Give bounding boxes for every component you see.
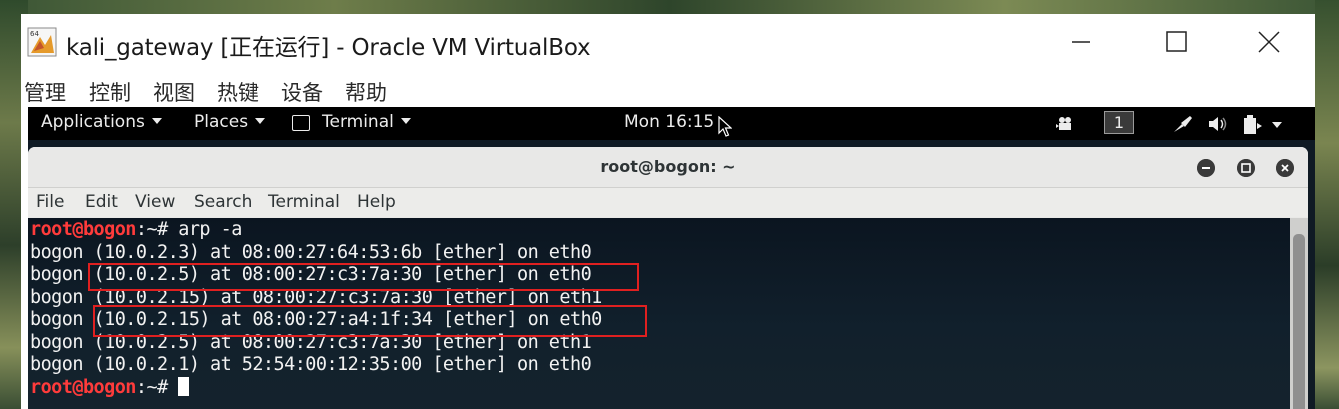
prompt-user: root@bogon bbox=[30, 377, 136, 398]
terminal-output[interactable]: root@bogon:~# arp -a bogon (10.0.2.3) at… bbox=[28, 218, 1290, 409]
menu-control[interactable]: 控制 bbox=[89, 77, 131, 107]
virtualbox-menubar: 管理 控制 视图 热键 设备 帮助 bbox=[21, 71, 1315, 107]
menu-help[interactable]: 帮助 bbox=[345, 77, 387, 107]
prompt-suffix: :~# bbox=[135, 219, 179, 240]
chevron-down-icon bbox=[400, 118, 411, 124]
mouse-pointer-icon bbox=[718, 116, 732, 137]
terminal-minimize-icon[interactable] bbox=[1197, 159, 1215, 177]
terminal-window: root@bogon: ~ File Edit View Search Term… bbox=[28, 147, 1308, 409]
prompt-suffix: :~# bbox=[135, 377, 179, 398]
terminal-menu-edit[interactable]: Edit bbox=[85, 192, 118, 212]
clock[interactable]: Mon 16:15 bbox=[624, 112, 714, 132]
power-menu-icon[interactable] bbox=[1272, 122, 1282, 128]
text-cursor bbox=[178, 377, 190, 396]
terminal-menubar: File Edit View Search Terminal Help bbox=[28, 188, 1308, 217]
menu-devices[interactable]: 设备 bbox=[281, 77, 323, 107]
terminal-scrollbar[interactable] bbox=[1290, 218, 1308, 409]
video-icon[interactable] bbox=[1054, 115, 1076, 131]
terminal-title: root@bogon: ~ bbox=[600, 157, 736, 176]
window-title: kali_gateway [正在运行] - Oracle VM VirtualB… bbox=[66, 35, 591, 61]
network-icon[interactable] bbox=[1172, 114, 1194, 134]
maximize-icon[interactable] bbox=[1154, 22, 1198, 62]
chevron-down-icon bbox=[255, 118, 266, 124]
terminal-app-icon bbox=[292, 115, 310, 131]
menu-view[interactable]: 视图 bbox=[153, 77, 195, 107]
virtualbox-window: 64 kali_gateway [正在运行] - Oracle VM Virtu… bbox=[21, 14, 1315, 409]
terminal-close-icon[interactable] bbox=[1276, 159, 1294, 177]
places-menu[interactable]: Places bbox=[194, 112, 266, 132]
battery-icon[interactable] bbox=[1241, 113, 1265, 135]
terminal-menu-terminal[interactable]: Terminal bbox=[268, 192, 340, 212]
command-line: root@bogon:~# arp -a bbox=[30, 219, 242, 241]
close-icon[interactable] bbox=[1247, 22, 1291, 62]
terminal-menu-search[interactable]: Search bbox=[194, 192, 252, 212]
workspace-indicator[interactable]: 1 bbox=[1104, 111, 1134, 134]
prompt-user: root@bogon bbox=[30, 219, 136, 240]
volume-icon[interactable] bbox=[1207, 115, 1229, 133]
desktop-wallpaper-top bbox=[0, 0, 1339, 14]
terminal-menu-view[interactable]: View bbox=[135, 192, 175, 212]
guest-screen[interactable]: Applications Places Terminal Mon 16:15 1 bbox=[28, 107, 1315, 409]
terminal-titlebar[interactable]: root@bogon: ~ bbox=[28, 147, 1308, 188]
command-text: arp -a bbox=[178, 219, 242, 240]
svg-text:64: 64 bbox=[30, 30, 39, 38]
menu-manage[interactable]: 管理 bbox=[24, 77, 66, 107]
gnome-top-panel: Applications Places Terminal Mon 16:15 1 bbox=[28, 107, 1315, 140]
arp-entry: bogon (10.0.2.3) at 08:00:27:64:53:6b [e… bbox=[30, 242, 592, 263]
terminal-maximize-icon[interactable] bbox=[1237, 159, 1255, 177]
virtualbox-64-icon: 64 bbox=[27, 27, 57, 57]
scrollbar-thumb[interactable] bbox=[1293, 234, 1305, 409]
current-prompt-line: root@bogon:~# bbox=[30, 377, 190, 399]
highlight-box bbox=[88, 263, 639, 291]
minimize-icon[interactable] bbox=[1059, 22, 1103, 62]
menu-hotkeys[interactable]: 热键 bbox=[217, 77, 259, 107]
terminal-menu-file[interactable]: File bbox=[36, 192, 64, 212]
arp-entry: bogon (10.0.2.1) at 52:54:00:12:35:00 [e… bbox=[30, 354, 592, 375]
terminal-menu-help[interactable]: Help bbox=[357, 192, 396, 212]
desktop-wallpaper-right bbox=[1315, 0, 1339, 409]
window-titlebar[interactable]: 64 kali_gateway [正在运行] - Oracle VM Virtu… bbox=[21, 14, 1315, 71]
applications-menu[interactable]: Applications bbox=[41, 112, 162, 132]
highlight-box bbox=[93, 305, 647, 337]
chevron-down-icon bbox=[151, 118, 162, 124]
terminal-app-menu[interactable]: Terminal bbox=[322, 112, 411, 132]
